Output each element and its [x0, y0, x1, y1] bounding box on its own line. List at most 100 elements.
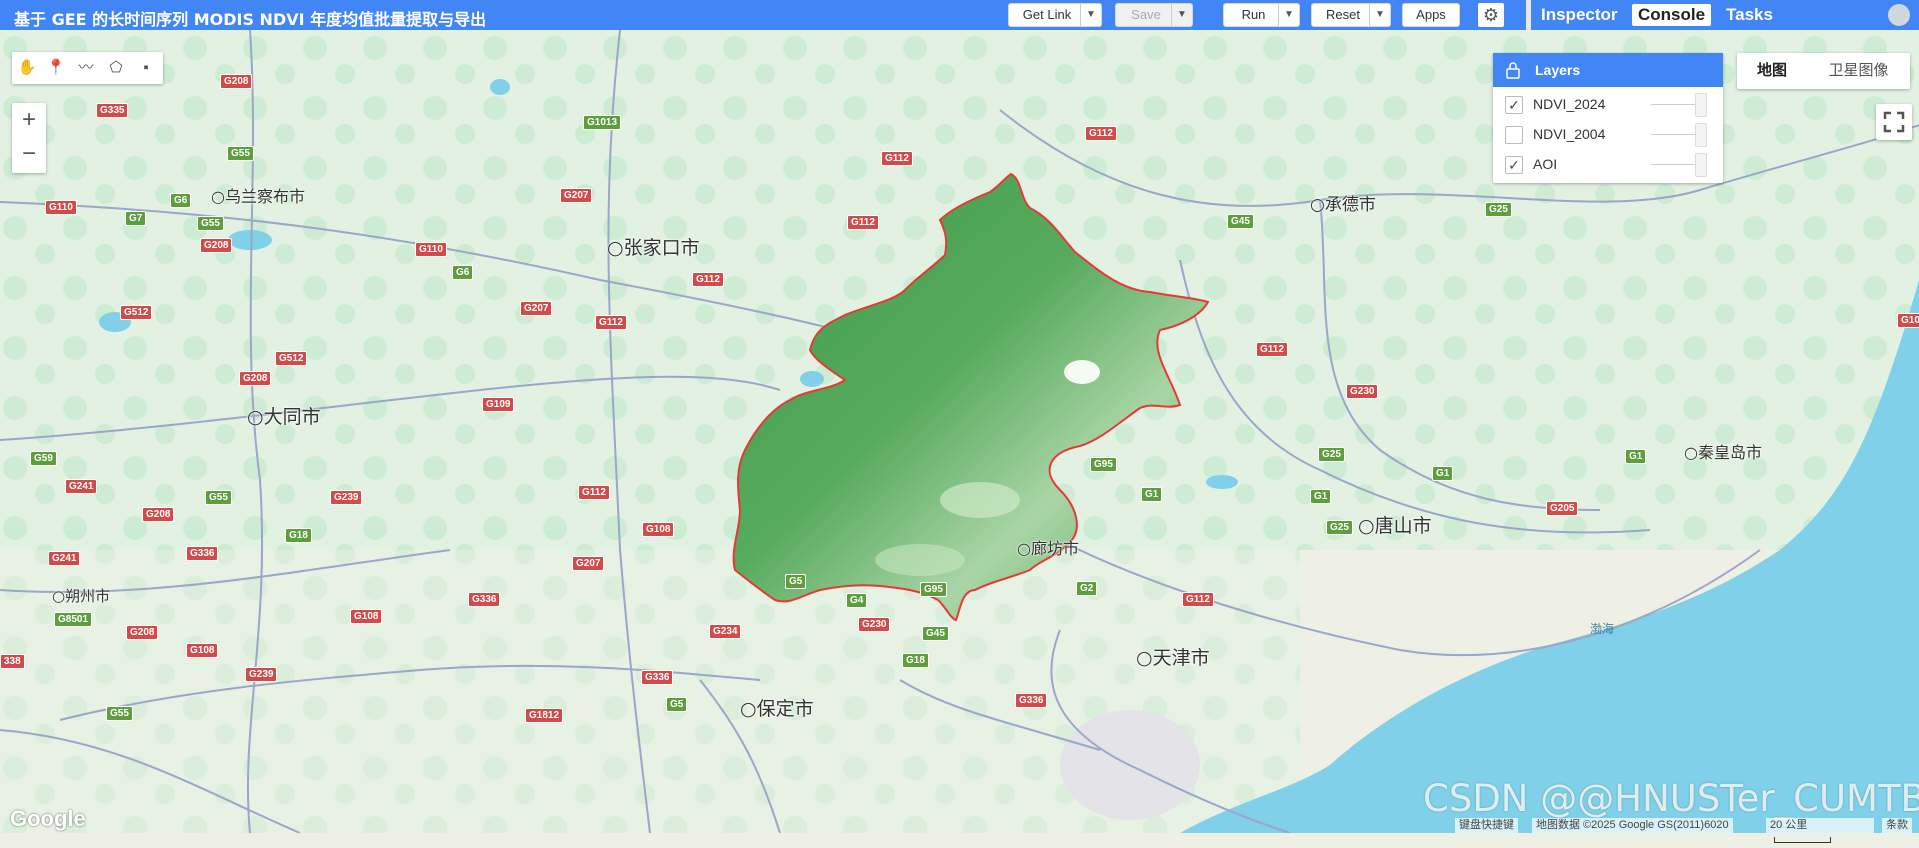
layer-name: AOI [1533, 156, 1558, 172]
map-type-control: 地图 卫星图像 [1737, 53, 1910, 89]
road-shield: G1013 [583, 115, 622, 130]
polygon-tool-icon[interactable]: ⬠ [106, 58, 126, 78]
line-tool-icon[interactable]: 〰 [76, 58, 96, 78]
road-shield: G1 [1141, 487, 1163, 502]
scale-line [1774, 837, 1831, 844]
gear-icon[interactable]: ⚙ [1478, 3, 1504, 27]
watermark: CSDN @@HNUSTer_CUMTBer [1423, 777, 1919, 820]
road-shield: G208 [239, 371, 272, 386]
layer-checkbox[interactable]: ✓ [1505, 156, 1523, 174]
fullscreen-icon [1883, 111, 1905, 133]
road-shield: G205 [1546, 501, 1579, 516]
road-shield: G112 [1182, 592, 1214, 607]
google-logo: Google [10, 806, 86, 831]
road-shield: G18 [902, 653, 929, 668]
lake [800, 371, 824, 387]
city-label: ○张家口市 [607, 237, 700, 259]
layer-checkbox[interactable]: ✓ [1505, 96, 1523, 114]
road-shield: G512 [275, 351, 308, 366]
get-link-dropdown-icon[interactable]: ▼ [1080, 4, 1101, 26]
road-shield: G208 [200, 238, 233, 253]
zoom-control: + − [12, 103, 46, 173]
road-shield: G208 [220, 74, 253, 89]
road-shield: G10 [1897, 313, 1919, 328]
run-dropdown-icon[interactable]: ▼ [1278, 4, 1299, 26]
tab-console[interactable]: Console [1632, 4, 1712, 26]
save-button[interactable]: Save ▼ [1116, 4, 1192, 26]
point-marker-icon[interactable]: 📍 [46, 58, 66, 78]
road-shield: G55 [106, 706, 133, 721]
road-shield: G55 [227, 146, 254, 161]
tab-tasks[interactable]: Tasks [1726, 0, 1773, 30]
lake [1206, 475, 1238, 489]
opacity-slider[interactable] [1651, 93, 1707, 117]
road-shield: G208 [126, 625, 159, 640]
apps-label: Apps [1416, 7, 1446, 22]
road-shield: G4 [846, 593, 868, 608]
save-dropdown-icon[interactable]: ▼ [1171, 4, 1192, 26]
road-shield: G110 [415, 242, 447, 257]
road-shield: G108 [642, 522, 675, 537]
road-shield: G1 [1310, 489, 1332, 504]
road-shield: G112 [847, 215, 879, 230]
city-label: ○天津市 [1136, 647, 1210, 669]
road-shield: G241 [65, 479, 98, 494]
layers-header[interactable]: Layers [1493, 53, 1723, 87]
run-button[interactable]: Run ▼ [1224, 4, 1299, 26]
drawing-tools: ✋ 📍 〰 ⬠ ▪ [12, 52, 163, 84]
tab-inspector[interactable]: Inspector [1541, 0, 1618, 30]
get-link-button[interactable]: Get Link ▼ [1009, 4, 1101, 26]
road-shield: G1812 [525, 708, 564, 723]
city-label: ○廊坊市 [1017, 539, 1079, 558]
road-shield: G112 [881, 151, 913, 166]
road-shield: G25 [1326, 520, 1353, 535]
zoom-out-button[interactable]: − [12, 137, 46, 171]
road-shield: G336 [1015, 693, 1048, 708]
road-shield: G336 [641, 670, 674, 685]
city-label: ○大同市 [247, 406, 321, 428]
scale-bar[interactable]: 20 公里 [1766, 818, 1874, 844]
layer-row-ndvi-2004[interactable]: NDVI_2004 [1493, 121, 1723, 149]
road-shield: G336 [468, 592, 501, 607]
layer-checkbox[interactable] [1505, 126, 1523, 144]
reset-dropdown-icon[interactable]: ▼ [1369, 4, 1390, 26]
road-shield: G230 [858, 617, 891, 632]
road-shield: G239 [330, 490, 363, 505]
rectangle-tool-icon[interactable]: ▪ [136, 58, 156, 78]
terms-link[interactable]: 条款 [1882, 818, 1912, 833]
lock-icon[interactable] [1505, 61, 1521, 79]
zoom-in-button[interactable]: + [12, 103, 46, 137]
panel-divider[interactable] [1526, 0, 1531, 30]
road-shield: G207 [572, 556, 605, 571]
road-shield: G5 [785, 574, 807, 589]
layer-name: NDVI_2004 [1533, 126, 1606, 142]
road-shield: G18 [285, 528, 312, 543]
city-label: ○保定市 [740, 698, 814, 720]
road-shield: G5 [666, 697, 688, 712]
map-attribution: 地图数据 ©2025 Google GS(2011)6020 [1532, 818, 1733, 833]
map-type-map-button[interactable]: 地图 [1737, 53, 1807, 89]
avatar[interactable] [1888, 4, 1910, 26]
road-shield: G110 [45, 200, 77, 215]
opacity-slider[interactable] [1651, 123, 1707, 147]
road-shield: G6 [170, 193, 192, 208]
fullscreen-button[interactable] [1876, 104, 1912, 140]
road-shield: G207 [560, 188, 593, 203]
layer-row-aoi[interactable]: ✓ AOI [1493, 151, 1723, 179]
top-bar: 基于 GEE 的长时间序列 MODIS NDVI 年度均值批量提取与导出 Get… [0, 0, 1919, 30]
layer-row-ndvi-2024[interactable]: ✓ NDVI_2024 [1493, 91, 1723, 119]
opacity-slider[interactable] [1651, 153, 1707, 177]
pan-hand-icon[interactable]: ✋ [17, 58, 37, 78]
road-shield: G208 [142, 507, 175, 522]
road-shield: G95 [920, 582, 947, 597]
road-shield: G6 [452, 265, 474, 280]
apps-button[interactable]: Apps [1403, 4, 1459, 26]
road-shield: G55 [205, 490, 232, 505]
reset-button[interactable]: Reset ▼ [1312, 4, 1390, 26]
lake [490, 79, 510, 95]
city-label: ○唐山市 [1358, 515, 1432, 537]
road-shield: G25 [1485, 202, 1512, 217]
map-type-satellite-button[interactable]: 卫星图像 [1807, 53, 1910, 89]
keyboard-shortcuts-link[interactable]: 键盘快捷键 [1455, 818, 1518, 833]
script-title: 基于 GEE 的长时间序列 MODIS NDVI 年度均值批量提取与导出 [14, 10, 487, 29]
